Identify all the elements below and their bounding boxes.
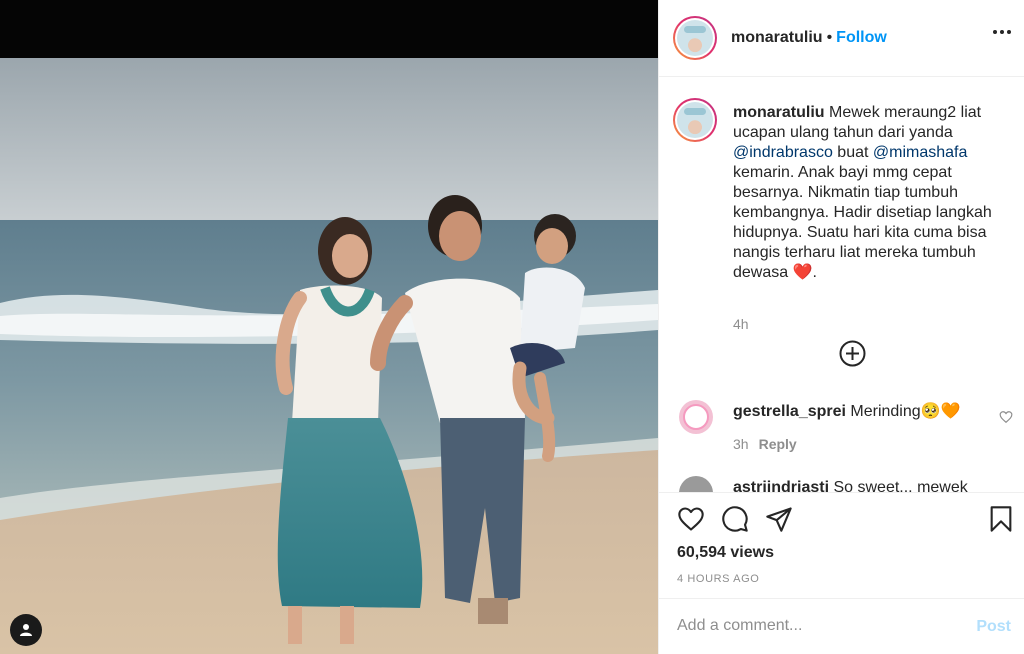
media-letterbox	[0, 0, 658, 58]
comment-input[interactable]	[677, 615, 957, 637]
post-sidebar: monaratuliu • Follow monaratuliu Mewek m…	[658, 0, 1024, 654]
plus-circle-icon[interactable]	[839, 340, 866, 367]
caption-text: monaratuliu Mewek meraung2 liat ucapan u…	[733, 103, 1005, 283]
user-tag-icon[interactable]	[10, 614, 42, 646]
header-separator: •	[826, 29, 833, 46]
post-button[interactable]: Post	[976, 618, 1011, 636]
beach-photo	[0, 58, 658, 654]
avatar[interactable]	[679, 476, 713, 492]
caption-part: kemarin. Anak bayi mmg cepat besarnya. N…	[733, 164, 992, 281]
caption-timestamp[interactable]: 4h	[733, 316, 749, 332]
comment-body: Merinding🥺🧡	[845, 403, 961, 420]
post-header: monaratuliu • Follow	[659, 0, 1024, 77]
comment-text: astriindriasti So sweet... mewek	[733, 478, 968, 492]
comment-meta: 3h Reply	[733, 436, 797, 452]
post-timestamp[interactable]: 4 HOURS AGO	[677, 573, 759, 585]
comment-time[interactable]: 3h	[733, 436, 749, 452]
bookmark-icon[interactable]	[987, 505, 1015, 533]
reply-button[interactable]: Reply	[759, 436, 797, 452]
comment-username[interactable]: astriindriasti	[733, 479, 829, 492]
action-bar: 60,594 views 4 HOURS AGO	[659, 492, 1024, 598]
avatar[interactable]	[679, 400, 713, 434]
mention-link[interactable]: @indrabrasco	[733, 144, 833, 161]
heart-emoji: ❤️	[792, 264, 813, 281]
comment-username[interactable]: gestrella_sprei	[733, 403, 846, 420]
avatar[interactable]	[673, 16, 717, 60]
header-username[interactable]: monaratuliu	[731, 29, 823, 47]
follow-button[interactable]: Follow	[836, 29, 887, 47]
heart-icon[interactable]	[999, 410, 1013, 424]
comment-text: gestrella_sprei Merinding🥺🧡	[733, 402, 961, 422]
heart-icon[interactable]	[677, 505, 705, 533]
caption-username[interactable]: monaratuliu	[733, 104, 825, 121]
add-comment-bar: Post	[659, 598, 1024, 654]
paper-plane-icon[interactable]	[765, 505, 793, 533]
comments-list[interactable]: monaratuliu Mewek meraung2 liat ucapan u…	[659, 78, 1024, 492]
avatar[interactable]	[673, 98, 717, 142]
comment-body: So sweet... mewek	[829, 479, 968, 492]
more-options-icon[interactable]	[993, 30, 1011, 34]
comment-icon[interactable]	[721, 505, 749, 533]
view-count[interactable]: 60,594 views	[677, 544, 774, 562]
caption-part: buat	[832, 144, 873, 161]
caption-part: .	[812, 264, 817, 281]
post-media[interactable]	[0, 0, 658, 654]
mention-link[interactable]: @mimashafa	[873, 144, 968, 161]
